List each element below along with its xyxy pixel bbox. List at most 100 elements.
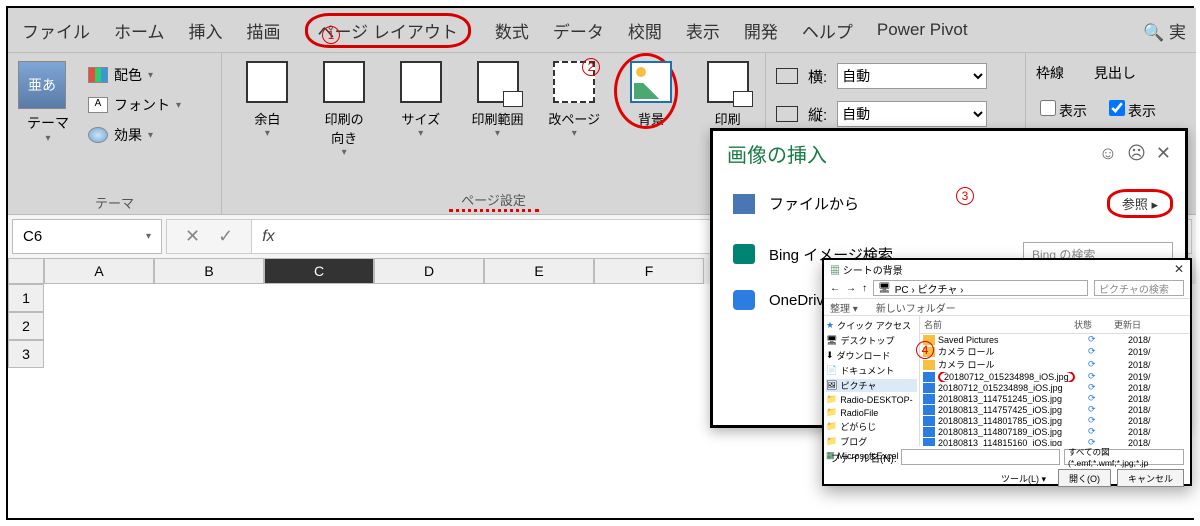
tab-review[interactable]: 校閲 — [628, 18, 662, 43]
tab-data[interactable]: データ — [553, 18, 604, 43]
file-row[interactable]: 20180813_114815160_iOS.jpg⟳2018/ — [920, 437, 1190, 446]
feedback-smile-icon[interactable]: ☺ — [1099, 143, 1117, 164]
tab-developer[interactable]: 開発 — [744, 18, 778, 43]
printarea-button[interactable]: 印刷範囲▾ — [470, 61, 525, 192]
close-icon[interactable]: ✕ — [1156, 143, 1171, 164]
ribbon-tabs: ファイル ホーム 挿入 描画 ページ レイアウト 数式 データ 校閲 表示 開発… — [8, 8, 1196, 52]
col-name[interactable]: 名前 — [920, 316, 1070, 333]
effects-icon — [88, 127, 108, 143]
nav-blog[interactable]: 📁ブログ — [826, 435, 917, 448]
col-C[interactable]: C — [264, 258, 374, 284]
breaks-label: 改ページ — [548, 112, 600, 127]
size-button[interactable]: サイズ▾ — [393, 61, 448, 192]
col-F[interactable]: F — [594, 258, 704, 284]
close-icon[interactable]: ✕ — [1174, 262, 1184, 276]
tab-powerpivot[interactable]: Power Pivot — [877, 20, 968, 40]
file-row[interactable]: 20180813_114801785_iOS.jpg⟳2018/ — [920, 415, 1190, 426]
col-D[interactable]: D — [374, 258, 484, 284]
nav-pictures[interactable]: 🖼ピクチャ — [826, 379, 917, 392]
annotation-3: 3 — [956, 187, 974, 205]
up-icon[interactable]: ↑ — [862, 283, 867, 294]
col-E[interactable]: E — [484, 258, 594, 284]
file-row[interactable]: 20180813_114757425_iOS.jpg⟳2018/ — [920, 404, 1190, 415]
filename-input[interactable] — [901, 449, 1060, 465]
orientation-button[interactable]: 印刷の 向き▾ — [317, 61, 372, 192]
tab-help[interactable]: ヘルプ — [802, 18, 853, 43]
col-A[interactable]: A — [44, 258, 154, 284]
file-open-dialog: ▦ シートの背景 ✕ ← → ↑ 🖥PC › ピクチャ › ピクチャの検索 整理… — [822, 258, 1192, 486]
fonts-button[interactable]: Aフォント▾ — [88, 91, 181, 119]
size-icon — [400, 61, 442, 103]
colors-label: 配色 — [114, 65, 142, 85]
col-B[interactable]: B — [154, 258, 264, 284]
tab-insert[interactable]: 挿入 — [189, 18, 223, 43]
nav-radiofile[interactable]: 📁RadioFile — [826, 407, 917, 418]
newfolder-button[interactable]: 新しいフォルダー — [876, 300, 956, 315]
file-row[interactable]: カメラ ロール⟳2018/ — [920, 358, 1190, 371]
tab-home[interactable]: ホーム — [114, 18, 165, 43]
tab-view[interactable]: 表示 — [686, 18, 720, 43]
background-button[interactable]: 背景 — [624, 61, 679, 192]
file-list: 名前状態更新日 Saved Pictures⟳2018/カメラ ロール⟳2019… — [920, 316, 1190, 446]
namebox-value: C6 — [23, 228, 42, 245]
col-status[interactable]: 状態 — [1070, 316, 1110, 333]
nav-dogaraji[interactable]: 📁どがらじ — [826, 420, 917, 433]
cancel-icon[interactable]: ✕ — [185, 226, 200, 247]
open-button[interactable]: 開く(O) — [1058, 469, 1111, 487]
nav-downloads[interactable]: ⬇ダウンロード — [826, 349, 917, 362]
search-box[interactable]: ピクチャの検索 — [1094, 280, 1184, 296]
tab-draw[interactable]: 描画 — [247, 18, 281, 43]
row-3[interactable]: 3 — [8, 340, 44, 368]
filetype-filter[interactable]: すべての図 (*.emf;*.wmf;*.jpg;*.jp — [1064, 449, 1184, 465]
col-date[interactable]: 更新日 — [1110, 316, 1190, 333]
file-row[interactable]: 20180712_015234898_iOS.jpg⟳2019/ — [920, 371, 1190, 382]
group-pagesetup: 余白▾ 印刷の 向き▾ サイズ▾ 印刷範囲▾ 改ページ▾ 背景 印刷 タイ ペー… — [222, 53, 766, 214]
file-row[interactable]: 20180813_114751245_iOS.jpg⟳2018/ — [920, 393, 1190, 404]
nav-desktop[interactable]: 🖥デスクトップ — [826, 334, 917, 347]
tab-file[interactable]: ファイル — [22, 18, 90, 43]
onedrive-icon — [733, 290, 755, 310]
width-select[interactable]: 自動 — [837, 63, 987, 89]
select-all-corner[interactable] — [8, 258, 44, 284]
nav-documents[interactable]: 📄ドキュメント — [826, 364, 917, 377]
nav-quickaccess[interactable]: ★クイック アクセス — [826, 319, 917, 332]
margins-button[interactable]: 余白▾ — [240, 61, 295, 192]
size-label: サイズ — [401, 112, 440, 127]
file-row[interactable]: Saved Pictures⟳2018/ — [920, 334, 1190, 345]
tab-formulas[interactable]: 数式 — [495, 18, 529, 43]
from-file-option[interactable]: ファイルから 参照 ▸ — [713, 175, 1185, 228]
row-1[interactable]: 1 — [8, 284, 44, 312]
breaks-button[interactable]: 改ページ▾ — [547, 61, 602, 192]
printarea-label: 印刷範囲 — [472, 112, 524, 127]
address-bar[interactable]: 🖥PC › ピクチャ › — [873, 280, 1088, 296]
tools-button[interactable]: ツール(L) ▾ — [1001, 472, 1046, 485]
fonts-icon: A — [88, 97, 108, 113]
browse-button[interactable]: 参照 ▸ — [1107, 189, 1173, 218]
gridlines-show-checkbox[interactable]: 表示 — [1036, 97, 1087, 121]
fonts-label: フォント — [114, 95, 170, 115]
back-icon[interactable]: ← — [830, 283, 840, 294]
from-file-label: ファイルから — [769, 193, 859, 214]
organize-button[interactable]: 整理 ▾ — [830, 300, 858, 315]
forward-icon[interactable]: → — [846, 283, 856, 294]
cancel-button[interactable]: キャンセル — [1117, 469, 1184, 487]
nav-radiodesk[interactable]: 📁Radio-DESKTOP- — [826, 394, 917, 405]
themes-button[interactable]: 亜あ テーマ ▾ — [18, 61, 78, 192]
colors-button[interactable]: 配色▾ — [88, 61, 181, 89]
file-row[interactable]: カメラ ロール⟳2019/ — [920, 345, 1190, 358]
height-icon — [776, 106, 798, 122]
file-open-title: シートの背景 — [843, 266, 903, 277]
height-select[interactable]: 自動 — [837, 101, 987, 127]
enter-icon[interactable]: ✓ — [218, 226, 233, 247]
background-icon — [630, 61, 672, 103]
printarea-icon — [477, 61, 519, 103]
headings-show-checkbox[interactable]: 表示 — [1105, 97, 1156, 121]
search-label[interactable]: 実 — [1169, 23, 1186, 42]
row-2[interactable]: 2 — [8, 312, 44, 340]
effects-button[interactable]: 効果▾ — [88, 121, 181, 149]
feedback-frown-icon[interactable]: ☹ — [1127, 143, 1146, 164]
themes-label: テーマ — [18, 113, 78, 133]
file-row[interactable]: 20180813_114807189_iOS.jpg⟳2018/ — [920, 426, 1190, 437]
file-row[interactable]: 20180712_015234898_iOS.jpg⟳2018/ — [920, 382, 1190, 393]
name-box[interactable]: C6▾ — [12, 219, 162, 254]
